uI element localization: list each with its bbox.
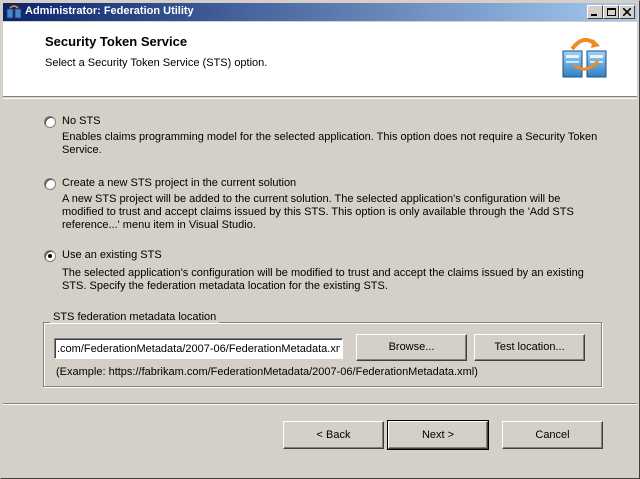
title-bar[interactable]: Administrator: Federation Utility — [3, 3, 637, 21]
option-label[interactable]: Use an existing STS — [62, 249, 162, 261]
next-button-label: Next > — [421, 429, 455, 441]
groupbox-legend: STS federation metadata location — [50, 311, 220, 323]
cancel-button-label: Cancel — [535, 429, 570, 441]
test-location-button[interactable]: Test location... — [474, 334, 585, 361]
back-button[interactable]: < Back — [283, 421, 384, 449]
close-button[interactable] — [619, 5, 635, 19]
minimize-icon — [591, 14, 597, 16]
browse-button[interactable]: Browse... — [356, 334, 467, 361]
radio-no-sts[interactable] — [44, 116, 56, 128]
option-label[interactable]: Create a new STS project in the current … — [62, 177, 296, 189]
option-description: The selected application's configuration… — [62, 267, 584, 292]
page-title: Security Token Service — [45, 34, 188, 49]
test-location-button-label: Test location... — [494, 341, 565, 353]
cancel-button[interactable]: Cancel — [502, 421, 603, 449]
browse-button-label: Browse... — [388, 341, 435, 353]
header-divider — [3, 98, 637, 99]
sts-sync-icon — [562, 37, 607, 78]
option-description: Enables claims programming model for the… — [62, 131, 598, 156]
wizard-window: Administrator: Federation Utility Securi… — [0, 0, 640, 479]
federation-utility-icon — [6, 5, 22, 19]
back-button-label: < Back — [316, 429, 351, 441]
next-button[interactable]: Next > — [387, 420, 489, 450]
close-icon — [623, 8, 631, 16]
window-title: Administrator: Federation Utility — [25, 5, 194, 17]
radio-existing-sts[interactable] — [44, 250, 56, 262]
radio-new-sts[interactable] — [44, 178, 56, 190]
footer-divider-highlight — [3, 404, 637, 405]
page-subtitle: Select a Security Token Service (STS) op… — [45, 57, 268, 69]
option-description: A new STS project will be added to the c… — [62, 193, 574, 231]
example-text: (Example: https://fabrikam.com/Federatio… — [56, 366, 478, 378]
maximize-button[interactable] — [603, 5, 619, 19]
minimize-button[interactable] — [587, 5, 603, 19]
wizard-header: Security Token Service Select a Security… — [3, 22, 637, 97]
option-label[interactable]: No STS — [62, 115, 101, 127]
metadata-location-input[interactable] — [54, 338, 343, 359]
maximize-icon — [607, 8, 616, 16]
